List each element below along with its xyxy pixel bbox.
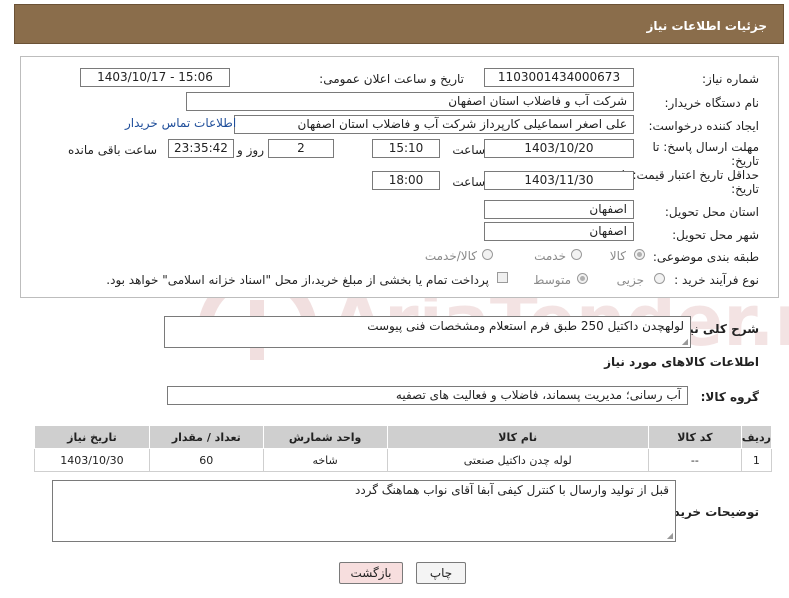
goods-group-label: گروه کالا:	[700, 390, 759, 404]
header-need-date: تاریخ نیاز	[34, 425, 150, 449]
city-field: اصفهان	[484, 222, 634, 241]
buyer-contact-link[interactable]: اطلاعات تماس خریدار	[125, 116, 236, 130]
creator-label: ایجاد کننده درخواست:	[648, 119, 759, 133]
header-unit: واحد شمارش	[262, 425, 388, 449]
deadline-time-label: ساعت	[452, 143, 485, 157]
page-title: جزئیات اطلاعات نیاز	[646, 19, 767, 33]
category-goods-label: کالا	[609, 249, 626, 263]
validity-label: حداقل تاریخ اعتبار قیمت: تا	[621, 168, 759, 182]
province-field: اصفهان	[484, 200, 634, 219]
time-remaining-field: 23:35:42	[168, 139, 234, 158]
days-remaining-field: 2	[268, 139, 334, 158]
header-item-code: کد کالا	[647, 425, 742, 449]
deadline-time-field: 15:10	[372, 139, 440, 158]
need-number-field: 1103001434000673	[484, 68, 634, 87]
deadline-date-field: 1403/10/20	[484, 139, 634, 158]
goods-section-title: اطلاعات کالاهای مورد نیاز	[604, 355, 759, 369]
category-service-radio[interactable]	[571, 249, 582, 260]
goods-table: ردیف کد کالا نام کالا واحد شمارش تعداد /…	[34, 425, 773, 472]
process-minor-radio[interactable]	[654, 273, 665, 284]
deadline-date-label: تاریخ:	[731, 154, 759, 168]
time-remaining-label: ساعت باقی مانده	[67, 143, 157, 157]
validity-date-label: تاریخ:	[731, 182, 759, 196]
header-row-number: ردیف	[740, 425, 773, 449]
description-text: لولهچدن داکتیل 250 طبق فرم استعلام ومشخص…	[367, 319, 684, 333]
creator-field: علی اصغر اسماعیلی کارپرداز شرکت آب و فاض…	[234, 115, 634, 134]
buyer-field: شرکت آب و فاضلاب استان اصفهان	[186, 92, 634, 111]
days-label: روز و	[237, 143, 264, 157]
validity-time-label: ساعت	[452, 175, 485, 189]
city-label: شهر محل تحویل:	[672, 228, 759, 242]
table-row: 1 -- لوله چدن داکتیل صنعتی شاخه 60 1403/…	[34, 448, 773, 472]
process-medium-radio[interactable]	[577, 273, 588, 284]
need-number-label: شماره نیاز:	[702, 72, 759, 86]
process-type-label: نوع فرآیند خرید :	[674, 273, 759, 287]
validity-time-field: 18:00	[372, 171, 440, 190]
cell-need-date: 1403/10/30	[34, 448, 150, 472]
cell-row-number: 1	[740, 448, 773, 472]
goods-group-field: آب رسانی؛ مدیریت پسماند، فاضلاب و فعالیت…	[167, 386, 688, 405]
buyer-label: نام دستگاه خریدار:	[664, 96, 760, 110]
treasury-payment-note: پرداخت تمام یا بخشی از مبلغ خرید،از محل …	[106, 273, 489, 287]
cell-item-code: --	[647, 448, 742, 472]
buyer-notes-field: قبل از تولید وارسال با کنترل کیفی آبفا آ…	[52, 480, 676, 542]
buyer-notes-text: قبل از تولید وارسال با کنترل کیفی آبفا آ…	[354, 483, 669, 497]
category-goods-service-radio[interactable]	[482, 249, 493, 260]
announce-date-label: تاریخ و ساعت اعلان عمومی:	[319, 72, 464, 86]
back-button[interactable]: بازگشت	[339, 562, 403, 584]
category-goods-service-label: کالا/خدمت	[424, 249, 477, 263]
treasury-payment-checkbox[interactable]	[497, 272, 508, 283]
header-item-name: نام کالا	[386, 425, 649, 449]
cell-quantity: 60	[148, 448, 264, 472]
resize-grip-icon[interactable]: ◢	[680, 338, 688, 346]
category-goods-radio[interactable]	[634, 249, 645, 260]
deadline-label: مهلت ارسال پاسخ: تا	[652, 140, 759, 154]
process-medium-label: متوسط	[533, 273, 571, 287]
print-button[interactable]: چاپ	[416, 562, 466, 584]
header-quantity: تعداد / مقدار	[148, 425, 264, 449]
resize-grip-icon[interactable]: ◢	[665, 532, 673, 540]
validity-date-field: 1403/11/30	[484, 171, 634, 190]
category-service-label: خدمت	[534, 249, 566, 263]
cell-item-name: لوله چدن داکتیل صنعتی	[386, 448, 649, 472]
category-label: طبقه بندی موضوعی:	[652, 250, 759, 264]
description-field: لولهچدن داکتیل 250 طبق فرم استعلام ومشخص…	[164, 316, 691, 348]
table-header-row: ردیف کد کالا نام کالا واحد شمارش تعداد /…	[34, 425, 773, 449]
process-minor-label: جزیی	[616, 273, 644, 287]
page-header: جزئیات اطلاعات نیاز	[14, 4, 784, 44]
announce-date-field: 1403/10/17 - 15:06	[80, 68, 230, 87]
cell-unit: شاخه	[262, 448, 388, 472]
province-label: استان محل تحویل:	[664, 205, 759, 219]
